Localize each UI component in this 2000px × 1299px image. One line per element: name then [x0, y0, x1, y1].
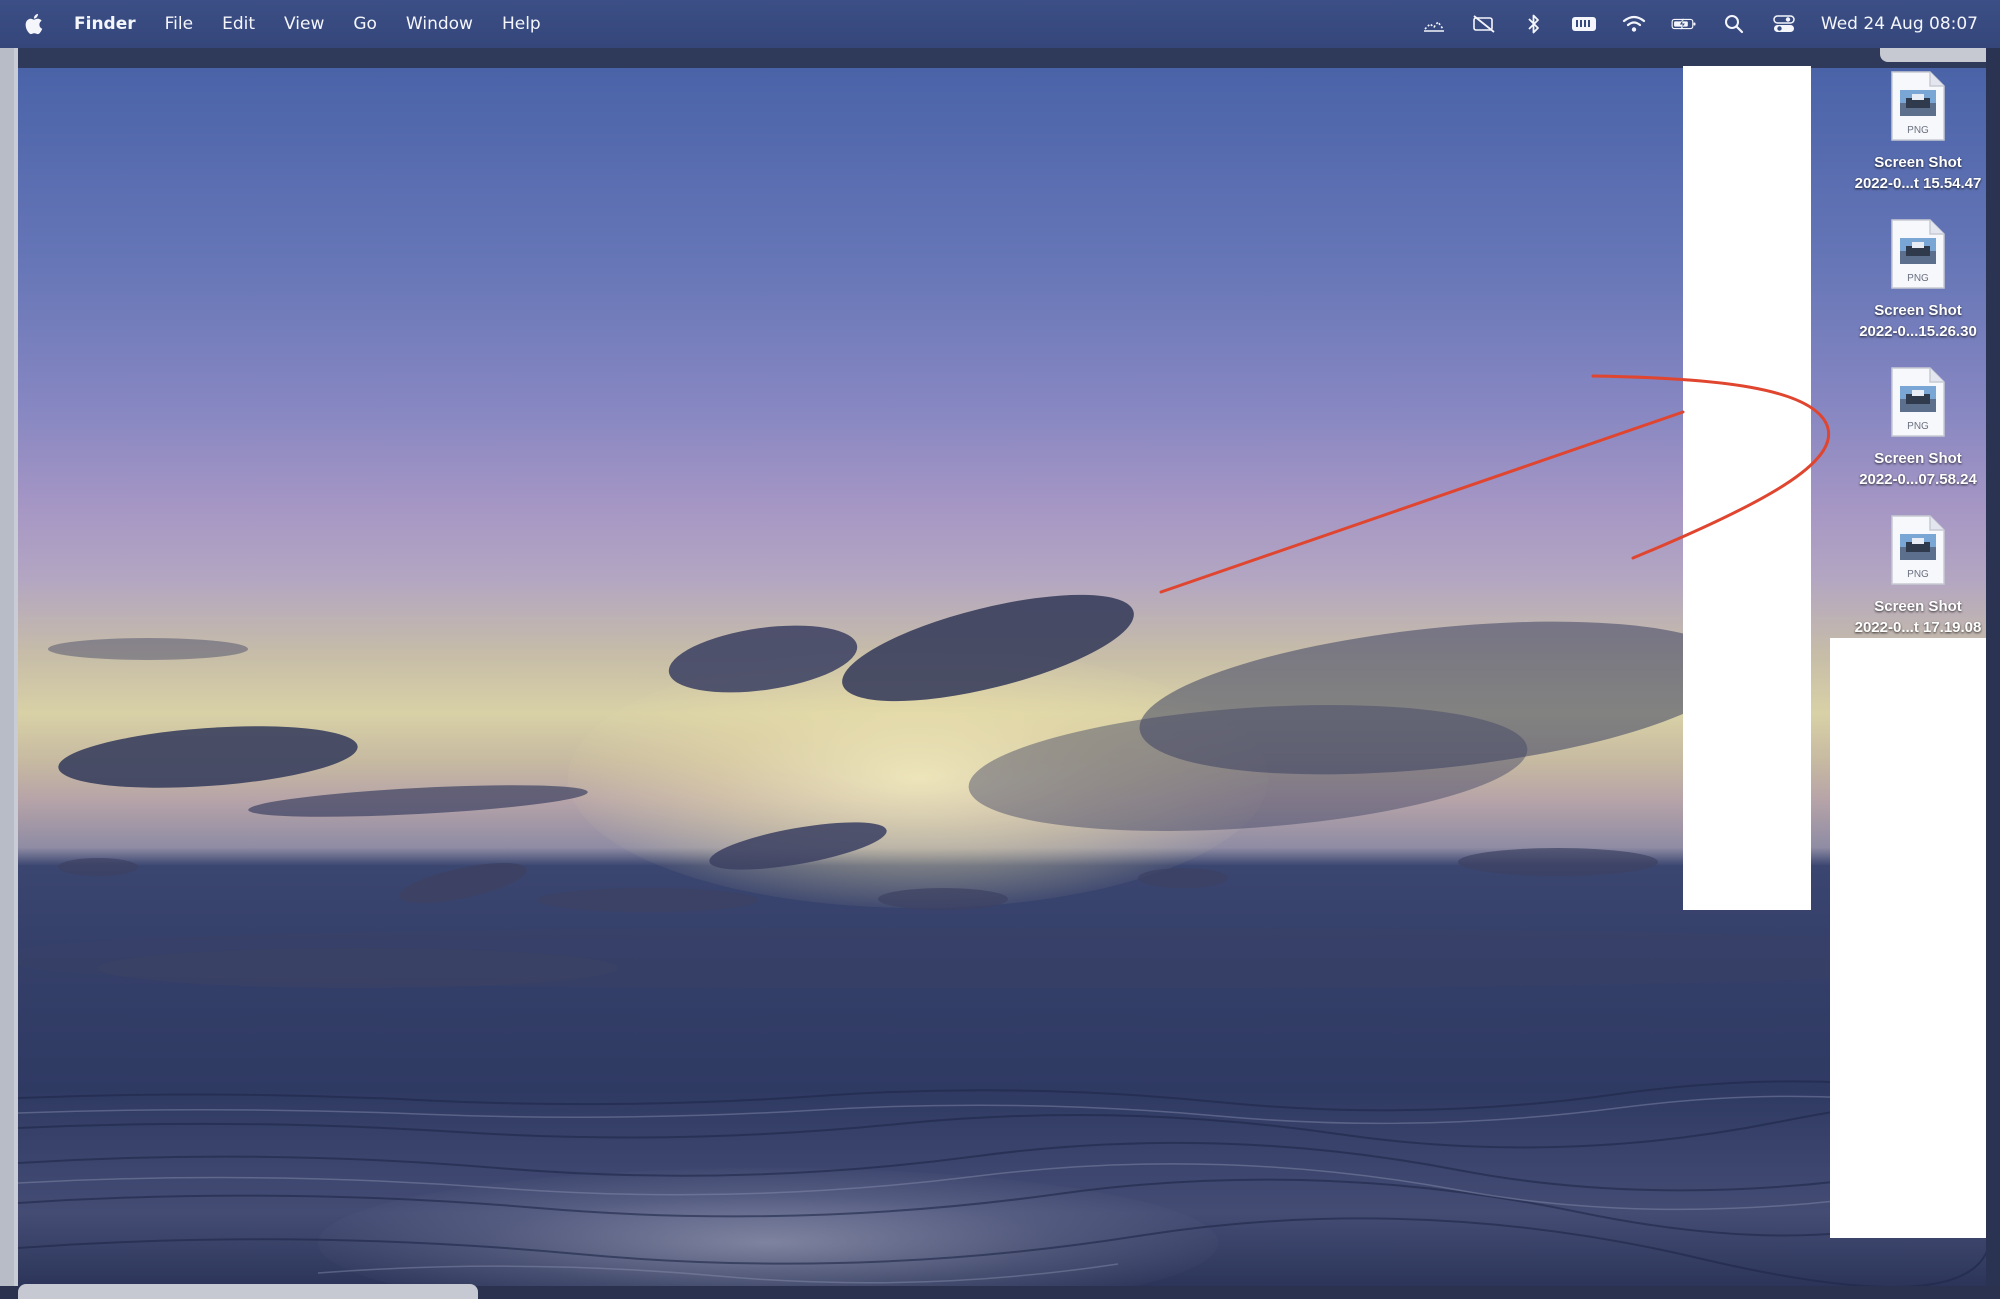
menu-app-finder[interactable]: Finder [74, 14, 136, 34]
menu-bar-status-area: Wed 24 Aug 08:07 [1397, 0, 1978, 48]
screen-mirroring-muted-icon[interactable] [1471, 13, 1497, 35]
menu-window[interactable]: Window [406, 14, 473, 34]
desktop-top-strip [18, 48, 1990, 68]
file-name-line-2: 2022-0...15.26.30 [1859, 323, 1977, 340]
weather-icon[interactable] [1421, 13, 1447, 35]
white-redaction-block [1830, 638, 1986, 1238]
keyboard-input-icon[interactable] [1571, 13, 1597, 35]
desktop-file-label: Screen Shot 2022-0...07.58.24 [1830, 448, 1990, 490]
window-edge-tab [1880, 48, 1990, 62]
file-name-line-1: Screen Shot [1874, 450, 1962, 467]
cloud [48, 638, 248, 660]
left-window-edge [0, 48, 14, 1286]
desktop-file-label: Screen Shot 2022-0...15.26.30 [1830, 300, 1990, 342]
file-name-line-2: 2022-0...07.58.24 [1859, 471, 1977, 488]
apple-logo-icon[interactable] [22, 11, 44, 37]
wifi-icon[interactable] [1621, 13, 1647, 35]
menu-go[interactable]: Go [353, 14, 377, 34]
file-name-line-2: 2022-0...t 15.54.47 [1854, 175, 1982, 192]
png-file-icon: PNG [1890, 70, 1946, 142]
desktop-file-icon[interactable]: PNG Screen Shot 2022-0...t 15.54.47 [1830, 66, 1990, 208]
desktop-file-icon[interactable]: PNG Screen Shot 2022-0...15.26.30 [1830, 214, 1990, 356]
desktop-file-icon[interactable]: PNG Screen Shot 2022-0...t 17.19.08 [1830, 510, 1990, 652]
file-name-line-1: Screen Shot [1874, 154, 1962, 171]
cloud [396, 854, 530, 912]
cloud [56, 717, 360, 797]
cloud [878, 888, 1008, 910]
ocean-waves [18, 1080, 1990, 1286]
file-type-label: PNG [1907, 273, 1929, 284]
menu-edit[interactable]: Edit [222, 14, 255, 34]
file-name-line-1: Screen Shot [1874, 302, 1962, 319]
menu-bar: Finder File Edit View Go Window Help Wed… [0, 0, 2000, 48]
control-center-icon[interactable] [1771, 13, 1797, 35]
menu-bar-left: Finder File Edit View Go Window Help [0, 0, 570, 48]
file-type-label: PNG [1907, 569, 1929, 580]
desktop-file-label: Screen Shot 2022-0...t 17.19.08 [1830, 596, 1990, 638]
right-window-edge [1986, 48, 2000, 1286]
png-file-icon: PNG [1890, 514, 1946, 586]
cloud [58, 858, 138, 876]
macos-screen: Finder File Edit View Go Window Help Wed… [0, 0, 2000, 1299]
png-file-icon: PNG [1890, 218, 1946, 290]
desktop: PNG Screen Shot 2022-0...t 15.54.47 PNG [14, 48, 1990, 1286]
file-type-label: PNG [1907, 125, 1929, 136]
cloud [1458, 848, 1658, 876]
menu-help[interactable]: Help [502, 14, 541, 34]
bluetooth-icon[interactable] [1521, 13, 1547, 35]
png-file-icon: PNG [1890, 366, 1946, 438]
battery-charging-icon[interactable] [1671, 13, 1697, 35]
cloud [538, 888, 758, 912]
desktop-file-label: Screen Shot 2022-0...t 15.54.47 [1830, 152, 1990, 194]
desktop-file-icon[interactable]: PNG Screen Shot 2022-0...07.58.24 [1830, 362, 1990, 504]
spotlight-search-icon[interactable] [1721, 13, 1747, 35]
bottom-scroll-handle[interactable] [18, 1284, 478, 1299]
file-name-line-1: Screen Shot [1874, 598, 1962, 615]
menu-view[interactable]: View [284, 14, 324, 34]
cloud [98, 948, 618, 988]
file-type-label: PNG [1907, 421, 1929, 432]
cloud [247, 779, 589, 823]
menu-bar-clock[interactable]: Wed 24 Aug 08:07 [1821, 14, 1978, 34]
file-name-line-2: 2022-0...t 17.19.08 [1854, 619, 1982, 636]
cloud [1138, 868, 1228, 888]
white-redaction-block [1683, 66, 1811, 910]
menu-file[interactable]: File [165, 14, 193, 34]
